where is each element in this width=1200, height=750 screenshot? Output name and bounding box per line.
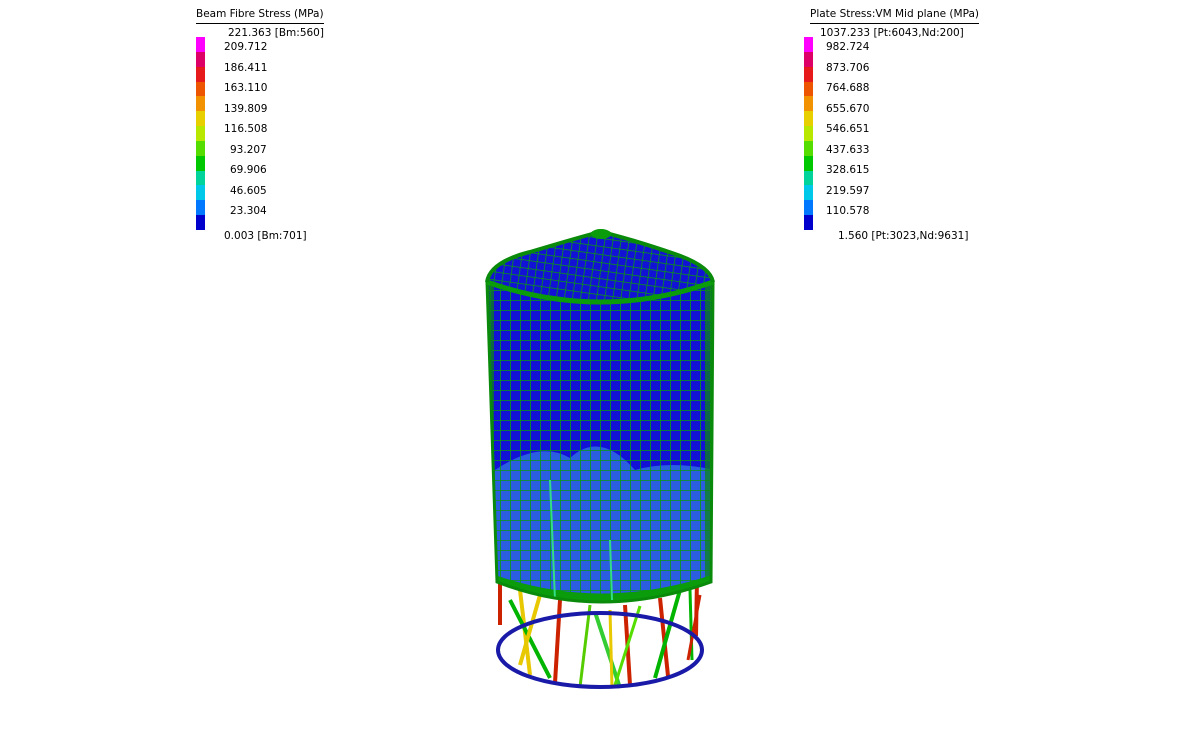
- silo-roof: [485, 229, 715, 305]
- silo-fe-model-viewport[interactable]: [0, 0, 1200, 750]
